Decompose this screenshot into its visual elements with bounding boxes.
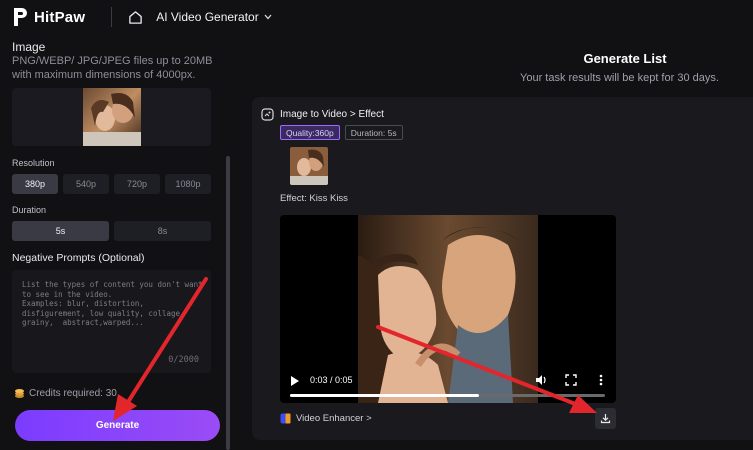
duration-title: Duration: [12, 205, 47, 215]
task-card: Image to Video > Effect Quality:360p Dur…: [252, 97, 753, 440]
video-player[interactable]: 0:03 / 0:05: [280, 215, 616, 403]
video-enhancer-label: Video Enhancer >: [296, 413, 372, 424]
resolution-option-540p[interactable]: 540p: [63, 174, 109, 194]
video-enhancer-link[interactable]: Video Enhancer >: [280, 413, 372, 424]
negative-prompts-title: Negative Prompts (Optional): [12, 252, 145, 264]
resolution-option-380p[interactable]: 380p: [12, 174, 58, 194]
app-window: HitPaw AI Video Generator Image PNG/WEBP…: [0, 0, 753, 450]
image-upload-area[interactable]: [12, 88, 211, 146]
more-options-icon[interactable]: [594, 373, 608, 387]
volume-icon[interactable]: [534, 373, 548, 387]
generate-list-subtitle: Your task results will be kept for 30 da…: [520, 72, 719, 84]
duration-tag: Duration: 5s: [344, 125, 403, 140]
resolution-option-720p[interactable]: 720p: [114, 174, 160, 194]
resolution-selector: 380p 540p 720p 1080p: [12, 174, 211, 194]
settings-panel: Image PNG/WEBP/ JPG/JPEG files up to 20M…: [0, 34, 232, 450]
video-progress-bar[interactable]: [290, 394, 605, 397]
video-time: 0:03 / 0:05: [310, 375, 353, 385]
task-source-thumbnail: [290, 147, 328, 185]
uploaded-image-thumbnail: [83, 88, 141, 146]
task-tags: Quality:360p Duration: 5s: [280, 125, 403, 140]
video-enhancer-icon: [280, 413, 291, 424]
task-header: Image to Video > Effect: [261, 108, 384, 121]
chevron-down-icon: [264, 14, 272, 20]
top-bar: HitPaw AI Video Generator: [0, 0, 753, 34]
negative-prompts-char-count: 0/2000: [168, 355, 199, 365]
effect-label: Effect: Kiss Kiss: [280, 193, 348, 204]
credits-text: Credits required: 30: [29, 388, 117, 399]
video-progress-fill: [290, 394, 479, 397]
generate-button[interactable]: Generate: [15, 410, 220, 441]
negative-prompts-placeholder: List the types of content you don't want…: [22, 280, 203, 328]
download-icon: [600, 414, 611, 424]
quality-tag: Quality:360p: [280, 125, 340, 140]
coins-icon: [15, 389, 24, 398]
settings-scrollbar[interactable]: [226, 156, 230, 450]
negative-prompts-input[interactable]: List the types of content you don't want…: [12, 270, 211, 373]
duration-option-5s[interactable]: 5s: [12, 221, 109, 241]
credits-info: Credits required: 30: [14, 388, 117, 399]
play-icon[interactable]: [290, 375, 300, 387]
duration-option-8s[interactable]: 8s: [114, 221, 211, 241]
download-button[interactable]: [595, 408, 616, 429]
fullscreen-icon[interactable]: [564, 373, 578, 387]
generate-list-title: Generate List: [583, 51, 667, 66]
topbar-divider: [111, 7, 113, 27]
image-to-video-icon: [261, 108, 274, 121]
video-controls: 0:03 / 0:05: [280, 365, 616, 403]
home-icon: [128, 10, 142, 24]
hitpaw-logo-icon: [14, 8, 27, 26]
settings-scroll-area[interactable]: Image PNG/WEBP/ JPG/JPEG files up to 20M…: [0, 34, 224, 450]
home-button[interactable]: [126, 8, 144, 26]
tool-selector-label: AI Video Generator: [156, 10, 259, 24]
logo[interactable]: HitPaw: [12, 7, 85, 27]
duration-selector: 5s 8s: [12, 221, 211, 241]
tool-selector[interactable]: AI Video Generator: [156, 10, 272, 24]
task-breadcrumb: Image to Video > Effect: [280, 109, 384, 120]
app-name: HitPaw: [34, 8, 86, 26]
resolution-title: Resolution: [12, 158, 55, 168]
resolution-option-1080p[interactable]: 1080p: [165, 174, 211, 194]
